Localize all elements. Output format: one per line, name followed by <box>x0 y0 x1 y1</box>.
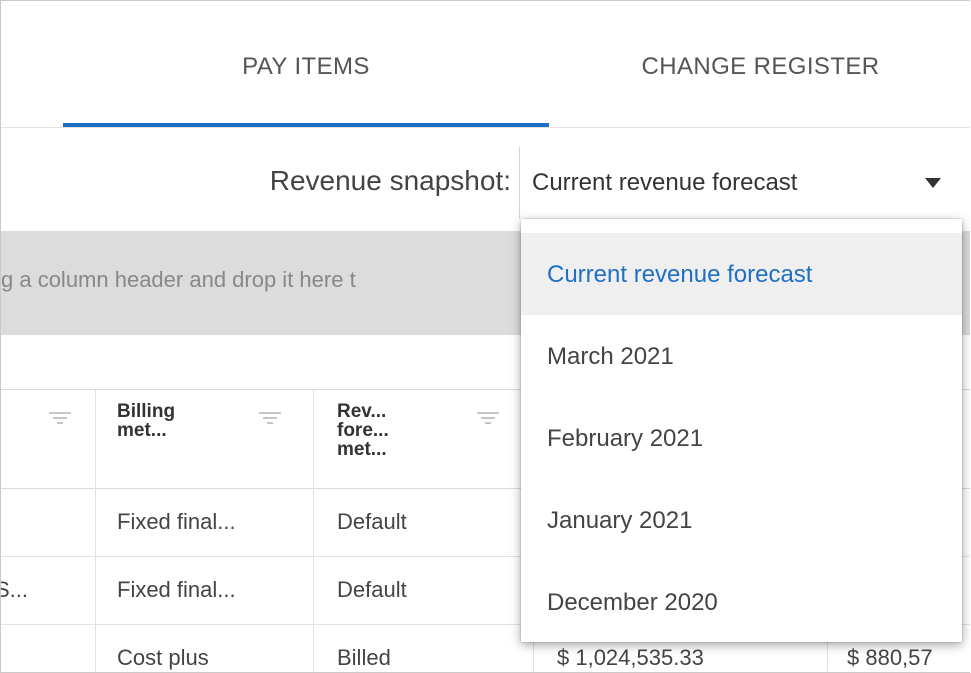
table-cell: $ 1,024,535.33 <box>557 645 704 670</box>
app-frame: PAY ITEMS CHANGE REGISTER Revenue snapsh… <box>0 0 970 673</box>
menu-item-march-2021[interactable]: March 2021 <box>521 315 962 397</box>
menu-item-label: January 2021 <box>547 507 693 534</box>
filter-icon[interactable] <box>259 412 281 426</box>
menu-item-december-2020[interactable]: December 2020 <box>521 561 962 643</box>
menu-item-february-2021[interactable]: February 2021 <box>521 397 962 479</box>
column-header-revenue-forecast-method[interactable]: Rev... fore... met... <box>337 402 389 459</box>
tab-pay-items[interactable]: PAY ITEMS <box>63 53 549 81</box>
table-cell: $ 880,57 <box>847 645 933 670</box>
filter-icon[interactable] <box>49 412 71 426</box>
menu-item-label: February 2021 <box>547 425 704 452</box>
revenue-snapshot-select[interactable]: Current revenue forecast <box>519 147 961 219</box>
revenue-snapshot-value: Current revenue forecast <box>532 169 798 196</box>
table-cell: Default <box>337 509 407 534</box>
group-drop-zone-text: g a column header and drop it here t <box>1 267 356 292</box>
column-header-billing-method[interactable]: Billing met... <box>117 402 175 440</box>
column-divider <box>95 389 96 672</box>
active-tab-indicator <box>63 123 549 127</box>
dropdown-caret-icon <box>925 178 941 188</box>
revenue-snapshot-menu: Current revenue forecast March 2021 Febr… <box>521 219 962 642</box>
menu-item-current-revenue-forecast[interactable]: Current revenue forecast <box>521 233 962 315</box>
table-cell: Billed <box>337 645 391 670</box>
filter-icon[interactable] <box>477 412 499 426</box>
revenue-snapshot-label: Revenue snapshot: <box>269 165 511 196</box>
menu-item-label: Current revenue forecast <box>547 261 813 288</box>
menu-item-label: December 2020 <box>547 589 718 616</box>
table-cell: Cost plus <box>117 645 209 670</box>
menu-item-label: March 2021 <box>547 343 674 370</box>
column-divider <box>313 389 314 672</box>
table-cell: S... <box>1 577 29 602</box>
table-cell: Default <box>337 577 407 602</box>
table-cell: Fixed final... <box>117 577 236 602</box>
tab-bar: PAY ITEMS CHANGE REGISTER <box>1 1 970 128</box>
table-cell: Fixed final... <box>117 509 236 534</box>
menu-item-january-2021[interactable]: January 2021 <box>521 479 962 561</box>
tab-change-register[interactable]: CHANGE REGISTER <box>549 53 970 81</box>
